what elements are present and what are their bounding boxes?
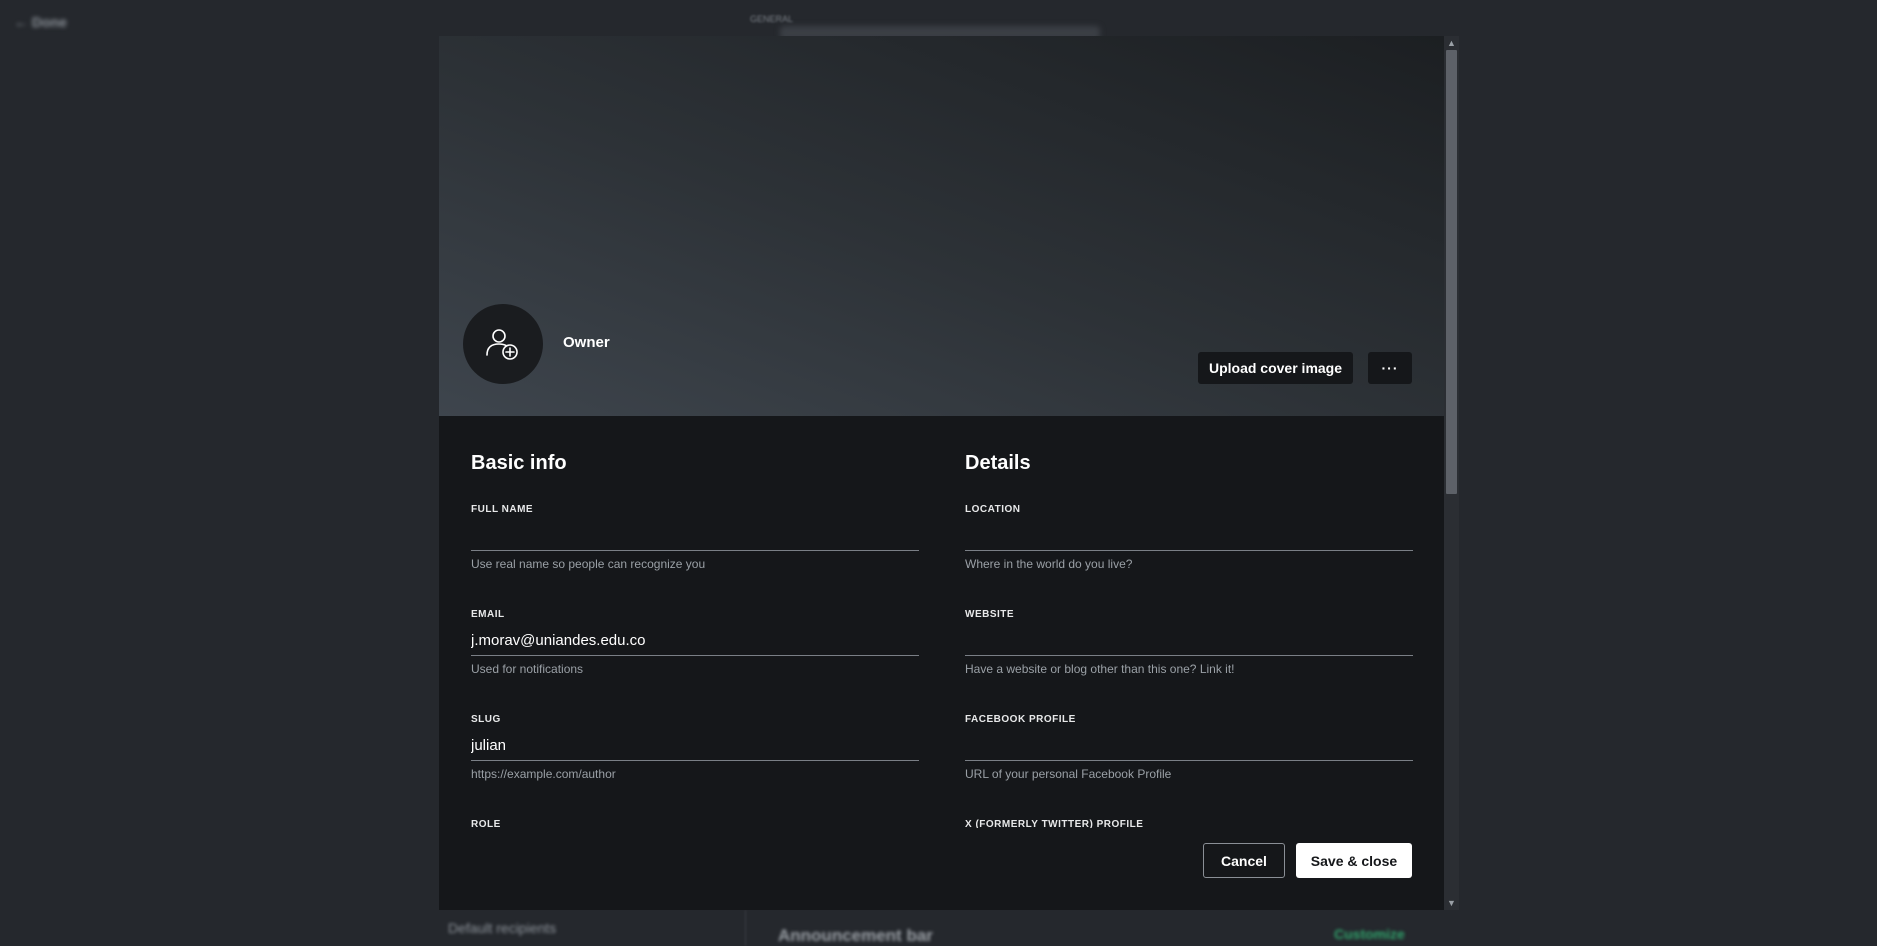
modal-footer: Cancel Save & close: [439, 828, 1444, 910]
role-badge: Owner: [563, 334, 610, 351]
website-input[interactable]: [965, 626, 1413, 656]
upload-cover-button[interactable]: Upload cover image: [1198, 352, 1353, 384]
scroll-up-arrow-icon[interactable]: ▲: [1444, 36, 1459, 50]
add-user-icon: [486, 329, 518, 360]
done-link: ← Done: [14, 14, 67, 30]
email-hint: Used for notifications: [471, 662, 584, 676]
location-label: LOCATION: [965, 504, 1021, 515]
role-field: ROLE: [471, 819, 919, 828]
role-label: ROLE: [471, 819, 501, 828]
full-name-field: FULL NAME Use real name so people can re…: [471, 504, 919, 571]
announcement-bar-label: Announcement bar: [778, 926, 933, 945]
scrollbar-thumb[interactable]: [1446, 50, 1457, 494]
website-label: WEBSITE: [965, 609, 1015, 620]
default-recipients-label: Default recipients: [448, 920, 557, 936]
modal-scrollbar[interactable]: ▲ ▼: [1444, 36, 1459, 910]
location-field: LOCATION Where in the world do you live?: [965, 504, 1413, 571]
cancel-button[interactable]: Cancel: [1203, 843, 1285, 878]
full-name-input[interactable]: [471, 521, 919, 551]
avatar-upload-button[interactable]: [463, 304, 543, 384]
location-hint: Where in the world do you live?: [965, 557, 1133, 571]
save-and-close-button[interactable]: Save & close: [1296, 843, 1412, 878]
more-options-button[interactable]: ···: [1368, 352, 1412, 384]
slug-label: SLUG: [471, 714, 501, 725]
location-input[interactable]: [965, 521, 1413, 551]
full-name-hint: Use real name so people can recognize yo…: [471, 557, 706, 571]
slug-input[interactable]: [471, 731, 919, 761]
x-profile-field: X (FORMERLY TWITTER) PROFILE: [965, 819, 1413, 828]
cover-image: Owner Upload cover image ···: [439, 36, 1444, 416]
customize-link: Customize: [1334, 926, 1405, 942]
profile-form: Basic info FULL NAME Use real name so pe…: [439, 416, 1444, 828]
full-name-label: FULL NAME: [471, 504, 534, 515]
email-input[interactable]: [471, 626, 919, 656]
basic-info-title: Basic info: [471, 452, 567, 474]
facebook-profile-label: FACEBOOK PROFILE: [965, 714, 1076, 725]
facebook-profile-input[interactable]: [965, 731, 1413, 761]
website-hint: Have a website or blog other than this o…: [965, 662, 1235, 676]
facebook-profile-field: FACEBOOK PROFILE URL of your personal Fa…: [965, 714, 1413, 781]
user-profile-modal: Owner Upload cover image ··· Basic info …: [439, 36, 1459, 910]
facebook-profile-hint: URL of your personal Facebook Profile: [965, 767, 1172, 781]
details-title: Details: [965, 452, 1031, 474]
email-field: EMAIL Used for notifications: [471, 609, 919, 676]
email-label: EMAIL: [471, 609, 505, 620]
section-label: GENERAL: [750, 14, 794, 24]
scroll-down-arrow-icon[interactable]: ▼: [1444, 896, 1459, 910]
x-profile-label: X (FORMERLY TWITTER) PROFILE: [965, 819, 1144, 828]
slug-field: SLUG https://example.com/author: [471, 714, 919, 781]
background-divider: [745, 910, 746, 946]
website-field: WEBSITE Have a website or blog other tha…: [965, 609, 1413, 676]
slug-hint: https://example.com/author: [471, 767, 616, 781]
